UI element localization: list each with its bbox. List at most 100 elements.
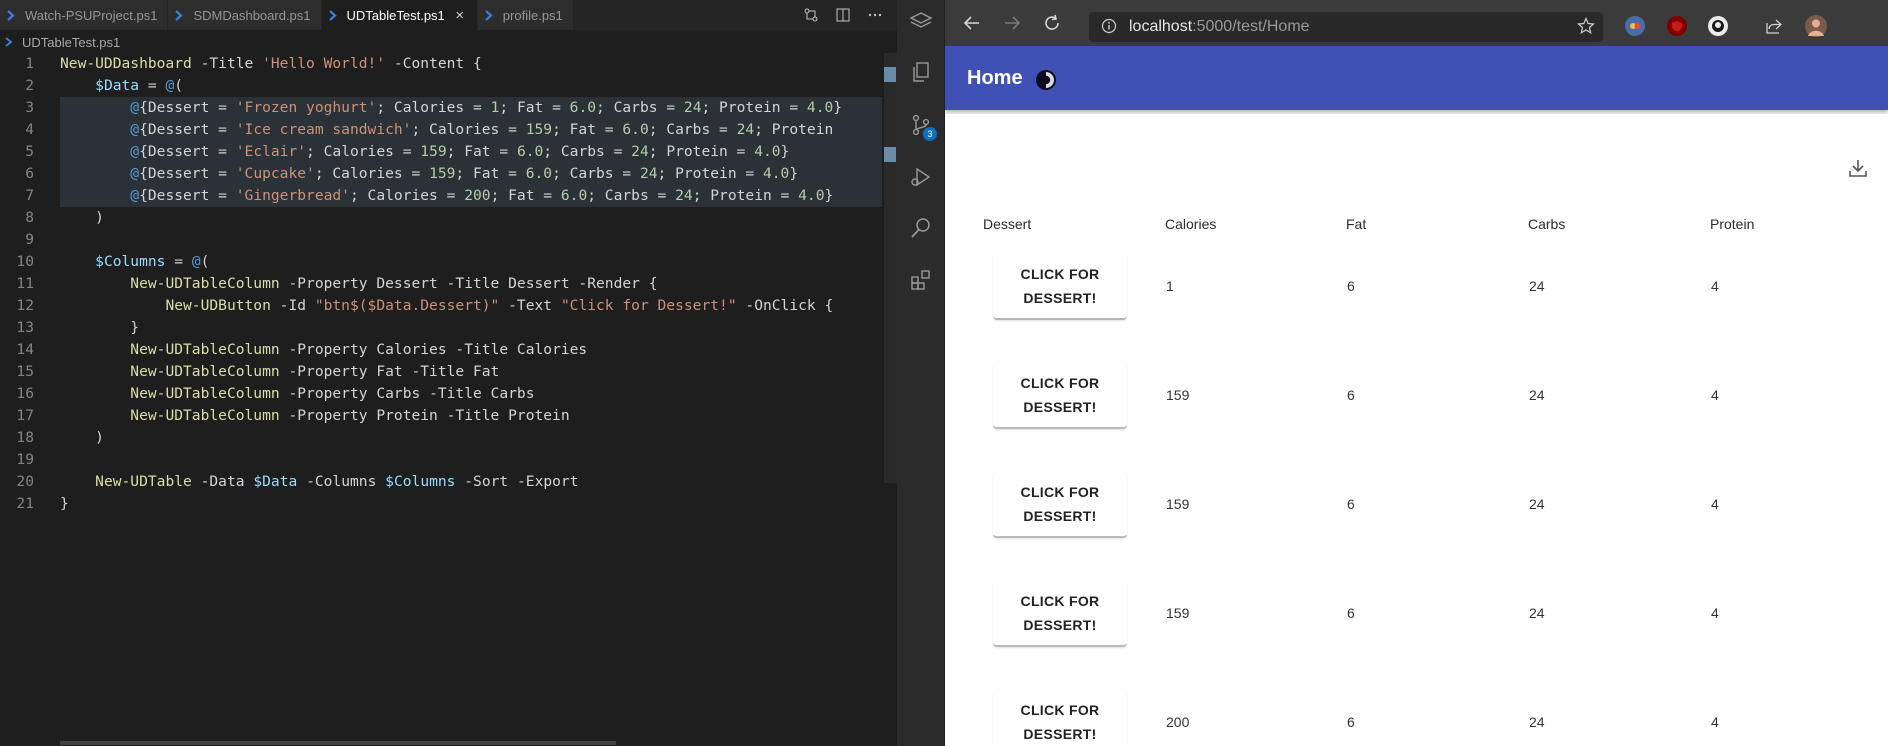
code-line: 19 [0, 449, 884, 471]
line-number: 1 [25, 55, 34, 72]
explorer-icon[interactable] [909, 60, 933, 84]
github-icon[interactable] [1708, 16, 1728, 36]
close-icon[interactable]: × [453, 7, 467, 24]
browser-window: 3 localhost:5000/test/Home Home Dessert … [897, 0, 1888, 746]
dessert-button[interactable]: CLICK FOR DESSERT! [993, 690, 1127, 746]
favorite-star-icon[interactable] [1577, 17, 1595, 35]
page-title[interactable]: Home [967, 67, 1023, 90]
protein-cell: 4 [1711, 387, 1719, 403]
column-header-fat[interactable]: Fat [1346, 216, 1366, 232]
breadcrumb[interactable]: UDTableTest.ps1 [0, 32, 897, 52]
line-number: 16 [16, 385, 34, 402]
code-line: 17 New-UDTableColumn -Property Protein -… [0, 405, 884, 427]
url-text[interactable]: localhost:5000/test/Home [1129, 18, 1310, 36]
source-control-badge: 3 [923, 127, 937, 141]
editor-scrollbar[interactable] [884, 53, 897, 483]
data-table: Dessert Calories Fat Carbs Protein CLICK… [945, 114, 1888, 746]
code-text: New-UDTable -Data $Data -Columns $Column… [95, 473, 579, 490]
code-line: 1 New-UDDashboard -Title 'Hello World!' -… [0, 53, 884, 75]
info-icon[interactable] [1101, 18, 1117, 34]
powershell-icon [4, 36, 16, 48]
carbs-cell: 24 [1529, 714, 1545, 730]
code-text: New-UDTableColumn -Property Carbs -Title… [130, 385, 535, 402]
code-line: 5 @{Dessert = 'Eclair'; Calories = 159; … [0, 141, 884, 163]
calories-cell: 159 [1166, 496, 1190, 512]
line-number: 12 [16, 297, 34, 314]
line-number: 2 [25, 77, 34, 94]
code-text: @{Dessert = 'Eclair'; Calories = 159; Fa… [130, 143, 790, 160]
theme-toggle-icon[interactable] [1034, 68, 1058, 92]
dessert-button[interactable]: CLICK FOR DESSERT! [993, 581, 1127, 647]
code-line: 20 New-UDTable -Data $Data -Columns $Col… [0, 471, 884, 493]
extension-icon[interactable] [1625, 16, 1645, 36]
code-text: $Columns = @( [95, 253, 210, 270]
fat-cell: 6 [1347, 387, 1355, 403]
back-icon[interactable] [961, 12, 983, 34]
source-control-icon[interactable]: 3 [909, 113, 937, 141]
code-line: 11 New-UDTableColumn -Property Dessert -… [0, 273, 884, 295]
dessert-button[interactable]: CLICK FOR DESSERT! [993, 472, 1127, 538]
editor-actions [803, 0, 883, 30]
code-line: 13 } [0, 317, 884, 339]
dessert-button[interactable]: CLICK FOR DESSERT! [993, 363, 1127, 429]
code-line: 3 @{Dessert = 'Frozen yoghurt'; Calories… [0, 97, 884, 119]
line-number: 19 [16, 451, 34, 468]
protein-cell: 4 [1711, 605, 1719, 621]
code-line: 12 New-UDButton -Id "btn$($Data.Dessert)… [0, 295, 884, 317]
split-editor-icon[interactable] [835, 7, 851, 23]
extensions-icon[interactable] [909, 268, 933, 292]
protein-cell: 4 [1711, 278, 1719, 294]
code-text: New-UDTableColumn -Property Protein -Tit… [130, 407, 570, 424]
carbs-cell: 24 [1529, 387, 1545, 403]
column-header-dessert[interactable]: Dessert [983, 216, 1031, 232]
calories-cell: 159 [1166, 387, 1190, 403]
layers-icon[interactable] [909, 10, 933, 34]
code-text: @{Dessert = 'Ice cream sandwich'; Calori… [130, 121, 834, 138]
tab-udtabletest[interactable]: UDTableTest.ps1 × [321, 0, 478, 30]
code-line: 18 ) [0, 427, 884, 449]
code-text: } [60, 495, 69, 512]
carbs-cell: 24 [1529, 605, 1545, 621]
tab-sdmdashboard[interactable]: SDMDashboard.ps1 [168, 0, 322, 30]
column-header-carbs[interactable]: Carbs [1528, 216, 1565, 232]
code-text: @{Dessert = 'Gingerbread'; Calories = 20… [130, 187, 834, 204]
code-text: @{Dessert = 'Frozen yoghurt'; Calories =… [130, 99, 843, 116]
browser-toolbar: localhost:5000/test/Home [945, 0, 1888, 46]
forward-icon[interactable] [1001, 12, 1023, 34]
more-icon[interactable] [867, 7, 883, 23]
profile-avatar[interactable] [1805, 15, 1827, 37]
fat-cell: 6 [1347, 278, 1355, 294]
ublock-icon[interactable] [1667, 16, 1687, 36]
calories-cell: 200 [1166, 714, 1190, 730]
line-number: 14 [16, 341, 34, 358]
column-header-protein[interactable]: Protein [1710, 216, 1754, 232]
code-area[interactable]: 1 New-UDDashboard -Title 'Hello World!' -… [0, 53, 884, 743]
search-icon[interactable] [909, 216, 933, 240]
download-icon[interactable] [1846, 156, 1870, 180]
code-line: 16 New-UDTableColumn -Property Carbs -Ti… [0, 383, 884, 405]
dessert-button[interactable]: CLICK FOR DESSERT! [993, 254, 1127, 320]
code-text: New-UDTableColumn -Property Fat -Title F… [130, 363, 500, 380]
share-icon[interactable] [1763, 15, 1785, 37]
code-editor[interactable]: Watch-PSUProject.ps1 SDMDashboard.ps1 UD… [0, 0, 897, 746]
tab-profile[interactable]: profile.ps1 [477, 0, 574, 30]
address-bar[interactable]: localhost:5000/test/Home [1089, 12, 1603, 42]
open-changes-icon[interactable] [803, 7, 819, 23]
column-header-calories[interactable]: Calories [1165, 216, 1216, 232]
powershell-icon [328, 9, 341, 22]
tab-watch-psuproject[interactable]: Watch-PSUProject.ps1 [0, 0, 169, 30]
refresh-icon[interactable] [1041, 12, 1063, 34]
line-number: 18 [16, 429, 34, 446]
line-number: 17 [16, 407, 34, 424]
run-debug-icon[interactable] [909, 165, 933, 189]
tab-label: profile.ps1 [502, 7, 563, 23]
breadcrumb-file[interactable]: UDTableTest.ps1 [22, 35, 120, 50]
activity-sidebar: 3 [897, 0, 945, 746]
web-page: Home Dessert Calories Fat Carbs Protein … [945, 46, 1888, 746]
code-line: 2 $Data = @( [0, 75, 884, 97]
line-number: 20 [16, 473, 34, 490]
code-line: 7 @{Dessert = 'Gingerbread'; Calories = … [0, 185, 884, 207]
horizontal-scrollbar[interactable] [60, 741, 616, 745]
code-text: ) [60, 209, 104, 226]
line-number: 13 [16, 319, 34, 336]
